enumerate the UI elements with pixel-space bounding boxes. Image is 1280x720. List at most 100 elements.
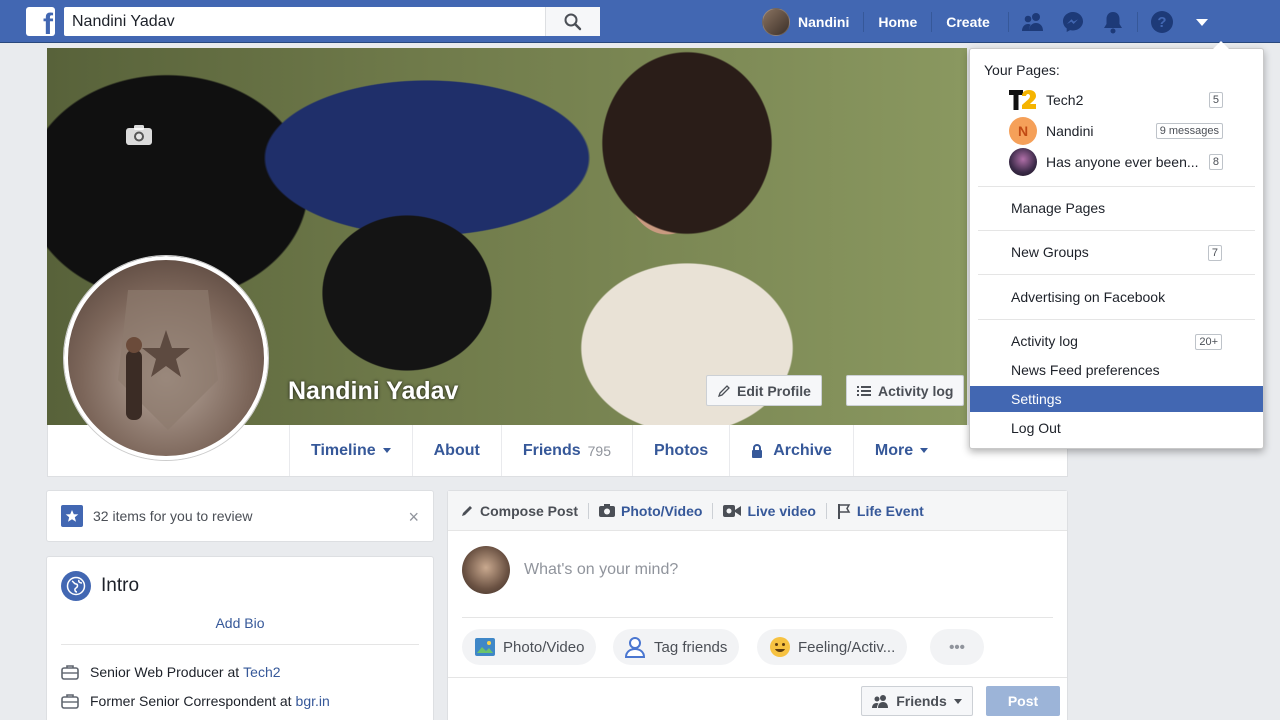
tab-archive-label: Archive [773,441,832,459]
job-former-text: Former Senior Correspondent at [90,693,292,709]
tab-live-label: Live video [747,502,816,519]
pencil-icon [460,504,474,518]
search-button[interactable] [545,7,600,36]
tab-more[interactable]: More [852,425,949,476]
intro-job-former: Former Senior Correspondent at bgr.in [61,693,330,709]
video-camera-icon [723,504,742,518]
tab-timeline[interactable]: Timeline [289,425,412,476]
tab-photo-video[interactable]: Photo/Video [599,503,712,519]
tab-about[interactable]: About [411,425,501,476]
composer-tabs: Compose Post Photo/Video Live video Life… [448,491,1067,531]
tab-more-label: More [874,441,914,459]
menu-activity-log[interactable]: Activity log 20+ [970,328,1263,354]
menu-news-feed-preferences[interactable]: News Feed preferences [970,357,1263,383]
notification-badge: 5 [1208,92,1223,108]
menu-new-groups[interactable]: New Groups 7 [970,239,1263,265]
globe-icon [61,571,91,601]
more-options-button[interactable]: ••• [930,629,984,665]
job-current-link[interactable]: Tech2 [243,664,280,680]
divider [61,644,419,645]
tab-live-video[interactable]: Live video [723,503,825,519]
caret-down-icon [953,698,962,704]
home-link[interactable]: Home [863,11,931,32]
friends-icon [1021,12,1043,31]
top-navigation-bar: f Nandini Home Create ? [0,0,1280,43]
review-items-banner[interactable]: 32 items for you to review × [46,490,434,542]
search-box [64,7,600,36]
nav-divider [1136,11,1138,32]
menu-page-third[interactable]: Has anyone ever been... 8 [1009,148,1223,176]
search-icon [564,13,582,30]
add-bio-link[interactable]: Add Bio [47,615,433,631]
search-input[interactable] [64,7,544,36]
audience-selector[interactable]: Friends [861,686,973,716]
menu-advertising[interactable]: Advertising on Facebook [970,284,1263,310]
menu-log-out[interactable]: Log Out [970,415,1263,441]
friend-requests-button[interactable] [1013,0,1053,43]
help-button[interactable]: ? [1142,0,1182,43]
flag-icon [837,503,851,519]
facebook-logo-icon[interactable]: f [26,7,55,36]
divider [978,274,1255,275]
divider [978,186,1255,187]
composer-input[interactable]: What's on your mind? [524,561,678,579]
nav-profile-link[interactable]: Nandini [762,7,863,36]
tab-photos[interactable]: Photos [631,425,729,476]
tab-compose-label: Compose Post [480,502,579,519]
friends-icon [872,695,889,708]
job-former-link[interactable]: bgr.in [296,693,330,709]
messenger-icon [1062,11,1083,32]
tag-friends-button[interactable]: Tag friends [613,629,740,665]
tab-about-label: About [433,441,480,459]
edit-profile-label: Edit Profile [737,382,811,399]
page-name: Nandini [1046,123,1094,139]
notifications-button[interactable] [1093,0,1133,43]
avatar [762,7,790,36]
caret-down-icon [382,448,391,453]
feeling-activity-label: Feeling/Activ... [798,638,896,656]
tab-life-event[interactable]: Life Event [837,503,934,519]
tab-compose-post[interactable]: Compose Post [460,503,588,519]
job-current-text: Senior Web Producer at [90,664,240,680]
feeling-activity-button[interactable]: Feeling/Activ... [757,629,908,665]
page-name: Tech2 [1046,92,1084,108]
menu-page-nandini[interactable]: N Nandini 9 messages [1009,117,1223,145]
menu-manage-pages[interactable]: Manage Pages [970,195,1263,221]
intro-title: Intro [101,575,140,596]
close-icon[interactable]: × [408,507,419,528]
divider [978,230,1255,231]
tab-life-label: Life Event [856,502,924,519]
menu-page-tech2[interactable]: Tech2 5 [1009,86,1223,114]
lock-icon [752,443,763,458]
divider [588,502,590,519]
create-link[interactable]: Create [931,11,1004,32]
divider [978,319,1255,320]
profile-name: Nandini Yadav [288,377,459,405]
activity-log-label: Activity log [1011,333,1078,349]
tab-friends[interactable]: Friends 795 [500,425,632,476]
post-button[interactable]: Post [986,686,1060,716]
page-avatar [1009,148,1037,176]
audience-label: Friends [896,693,947,709]
account-dropdown-menu: Your Pages: Tech2 5 N Nandini 9 messages… [969,41,1264,449]
help-icon: ? [1150,10,1173,33]
tab-archive[interactable]: Archive [729,425,853,476]
smiley-icon [769,636,791,658]
page-avatar: N [1009,117,1037,145]
avatar [462,546,510,594]
edit-profile-button[interactable]: Edit Profile [706,375,822,406]
tag-friends-icon [625,636,647,658]
photo-video-button[interactable]: Photo/Video [462,629,597,665]
messenger-button[interactable] [1053,0,1093,43]
camera-icon[interactable] [125,124,153,146]
intro-card: Intro Add Bio Senior Web Producer at Tec… [46,556,434,720]
review-text: 32 items for you to review [93,508,253,524]
menu-settings[interactable]: Settings [970,386,1263,412]
activity-log-button[interactable]: Activity log [846,375,965,406]
account-menu-button[interactable] [1182,0,1222,43]
notification-badge: 9 messages [1155,123,1223,139]
profile-picture[interactable] [64,256,268,460]
divider [825,502,827,519]
new-groups-label: New Groups [1011,244,1089,260]
notification-badge: 20+ [1195,334,1222,350]
